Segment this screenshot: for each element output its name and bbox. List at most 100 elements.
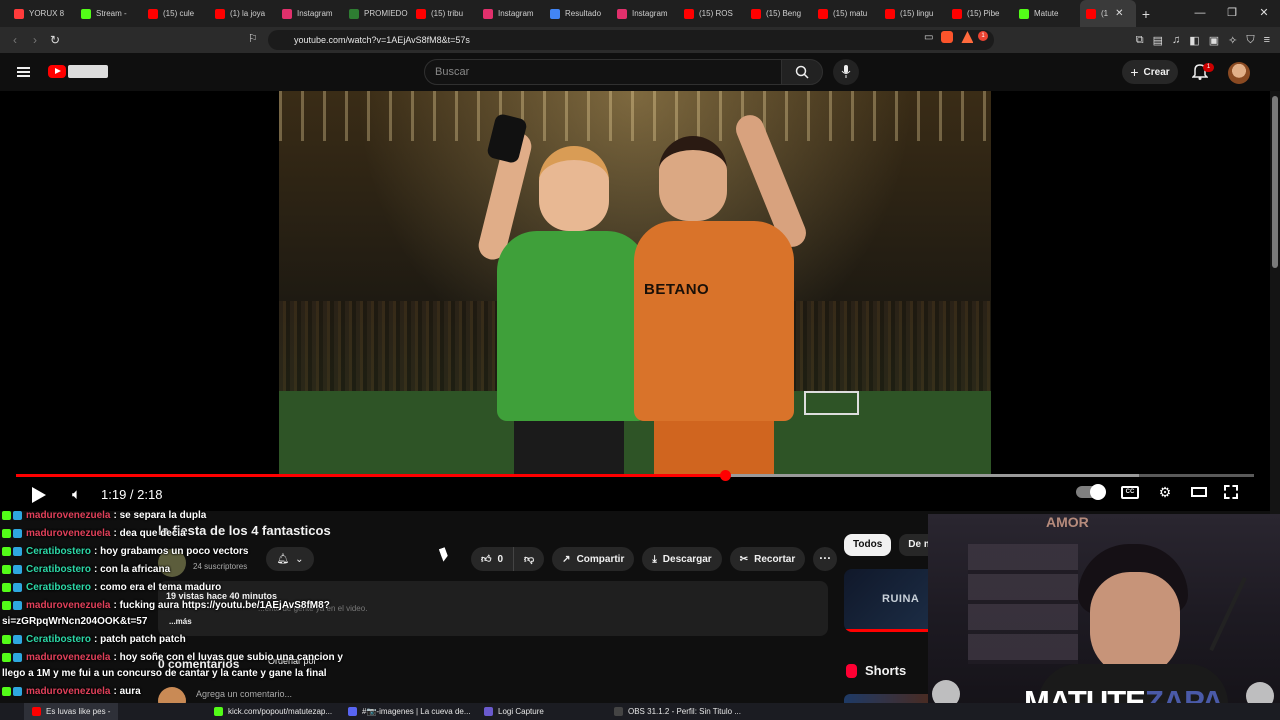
chat-username: madurovenezuela xyxy=(26,686,111,697)
new-tab-button[interactable]: + xyxy=(1136,6,1156,22)
like-button[interactable]: 👍︎ 0 xyxy=(471,547,513,571)
thumbs-up-icon: 👍︎ xyxy=(481,554,492,565)
tab-label: Instagram xyxy=(498,9,534,18)
create-label: Crear xyxy=(1143,66,1170,78)
media-icon[interactable]: ♫ xyxy=(1172,34,1180,46)
dislike-button[interactable]: 👎︎ xyxy=(513,547,544,571)
address-bar: ‹ › ↻ ⚐ youtube.com/watch?v=1AEjAvS8fM8&… xyxy=(0,27,1280,53)
chat-message: Ceratibostero: como era el tema maduro xyxy=(2,582,221,593)
thumbs-down-icon: 👎︎ xyxy=(524,554,535,565)
taskbar-item[interactable]: kick.com/popout/matutezap... xyxy=(206,703,340,720)
search-button[interactable] xyxy=(781,59,823,85)
progress-bar[interactable] xyxy=(16,474,1254,477)
browser-tab-active[interactable]: (1 ✕ xyxy=(1080,0,1136,27)
tab-favicon-icon xyxy=(1086,8,1096,19)
maximize-button[interactable]: ❐ xyxy=(1216,0,1248,27)
tab-favicon-icon xyxy=(215,8,225,19)
browser-tab[interactable]: Instagram xyxy=(611,0,678,27)
taskbar-item[interactable]: OBS 31.1.2 - Perfil: Sin Titulo ... xyxy=(606,703,749,720)
kick-badge-icon xyxy=(2,547,11,556)
tab-close-icon[interactable]: ✕ xyxy=(1115,8,1123,19)
leo-icon[interactable]: ✧ xyxy=(1228,34,1237,47)
browser-tab[interactable]: (15) cule xyxy=(142,0,209,27)
like-count: 0 xyxy=(497,553,504,565)
browser-tab[interactable]: (15) tribu xyxy=(410,0,477,27)
tab-label: (15) cule xyxy=(163,9,195,18)
share-button[interactable]: ↗ Compartir xyxy=(552,547,635,571)
browser-tab[interactable]: Resultado xyxy=(544,0,611,27)
chat-text: si=zGRpqWrNcn204OOK&t=57 xyxy=(2,616,148,627)
download-button[interactable]: ⤓ Descargar xyxy=(642,547,722,571)
streamer-face xyxy=(1090,572,1180,677)
tab-label: Instagram xyxy=(632,9,668,18)
browser-tab[interactable]: Stream - xyxy=(75,0,142,27)
chat-text: : como era el tema maduro xyxy=(94,582,222,593)
forward-icon[interactable]: › xyxy=(25,33,45,47)
wallet-icon[interactable]: ▣ xyxy=(1209,34,1219,47)
youtube-logo-icon[interactable] xyxy=(48,65,66,78)
search-input[interactable]: Buscar xyxy=(424,59,782,85)
browser-tab[interactable]: (15) lingu xyxy=(879,0,946,27)
browser-tab[interactable]: (15) ROS xyxy=(678,0,745,27)
settings-gear-icon[interactable]: ⚙ xyxy=(1156,485,1174,499)
tab-favicon-icon xyxy=(885,8,895,19)
youtube-wordmark[interactable] xyxy=(68,65,108,78)
chat-username: madurovenezuela xyxy=(26,600,111,611)
browser-tab[interactable]: YORUX 8 xyxy=(8,0,75,27)
autoplay-toggle[interactable] xyxy=(1076,484,1106,500)
chat-message: madurovenezuela: dea que decia xyxy=(2,528,186,539)
chat-message: llego a 1M y me fui a un concurso de can… xyxy=(2,668,327,679)
page-scrollbar-thumb[interactable] xyxy=(1272,96,1278,268)
reload-icon[interactable]: ↻ xyxy=(45,33,65,47)
volume-icon[interactable]: 🔈︎ xyxy=(72,486,81,503)
browser-tab[interactable]: (1) la joya xyxy=(209,0,276,27)
brave-shield-icon[interactable] xyxy=(941,31,954,43)
cast-icon[interactable]: ▭ xyxy=(924,32,933,43)
account-avatar[interactable] xyxy=(1228,62,1250,84)
bookmark-icon[interactable]: ⚐ xyxy=(248,32,258,45)
subtitles-icon[interactable]: CC xyxy=(1121,485,1139,499)
hamburger-menu-icon[interactable] xyxy=(17,67,30,77)
reader-icon[interactable]: ▤ xyxy=(1153,34,1163,47)
create-button[interactable]: + Crear xyxy=(1122,60,1178,84)
taskbar-item[interactable]: Es luvas like pes - xyxy=(24,703,119,720)
browser-tab[interactable]: Matute xyxy=(1013,0,1080,27)
brave-rewards-icon[interactable] xyxy=(961,31,974,43)
vpn-icon[interactable]: ⛉ xyxy=(1246,34,1254,47)
chat-message: madurovenezuela: se separa la dupla xyxy=(2,510,206,521)
back-icon[interactable]: ‹ xyxy=(5,33,25,47)
tab-label: (15) tribu xyxy=(431,9,464,18)
fullscreen-icon[interactable] xyxy=(1224,485,1238,499)
browser-tab[interactable]: Instagram xyxy=(477,0,544,27)
chat-message: madurovenezuela: fucking aura https://yo… xyxy=(2,600,330,611)
kick-badge-icon xyxy=(2,529,11,538)
taskbar-label: kick.com/popout/matutezap... xyxy=(228,707,333,716)
taskbar-app-icon xyxy=(348,707,357,716)
chip-all[interactable]: Todos xyxy=(844,534,892,556)
taskbar-item[interactable]: #📷-imagenes | La cueva de... xyxy=(340,703,479,720)
close-window-button[interactable]: ✕ xyxy=(1248,0,1280,27)
minimize-button[interactable]: — xyxy=(1184,0,1216,27)
play-icon[interactable] xyxy=(32,487,46,503)
menu-icon[interactable]: ≡ xyxy=(1264,34,1270,46)
scissors-icon: ✂ xyxy=(739,553,749,565)
video-player[interactable]: BETANO xyxy=(0,91,1270,511)
tab-favicon-icon xyxy=(148,8,158,19)
clip-button[interactable]: ✂ Recortar xyxy=(729,547,806,571)
taskbar-item[interactable]: Logi Capture xyxy=(476,703,552,720)
browser-tab[interactable]: (15) Beng xyxy=(745,0,812,27)
youtube-header: Buscar + Crear xyxy=(0,53,1280,91)
more-actions-button[interactable]: ··· xyxy=(813,547,838,571)
browser-tab[interactable]: PROMIEDO xyxy=(343,0,410,27)
theater-mode-icon[interactable] xyxy=(1191,487,1207,497)
url-field[interactable]: youtube.com/watch?v=1AEjAvS8fM8&t=57s xyxy=(268,30,994,50)
browser-tab[interactable]: Instagram xyxy=(276,0,343,27)
voice-search-button[interactable] xyxy=(833,59,859,85)
browser-tab[interactable]: (15) Pibe xyxy=(946,0,1013,27)
browser-tab[interactable]: (15) matu xyxy=(812,0,879,27)
taskbar-app-icon xyxy=(484,707,493,716)
sidebar-icon[interactable]: ◧ xyxy=(1189,34,1199,47)
tab-label: Resultado xyxy=(565,9,602,18)
extensions-icon[interactable]: ⧉ xyxy=(1136,34,1144,47)
tab-favicon-icon xyxy=(349,8,359,19)
